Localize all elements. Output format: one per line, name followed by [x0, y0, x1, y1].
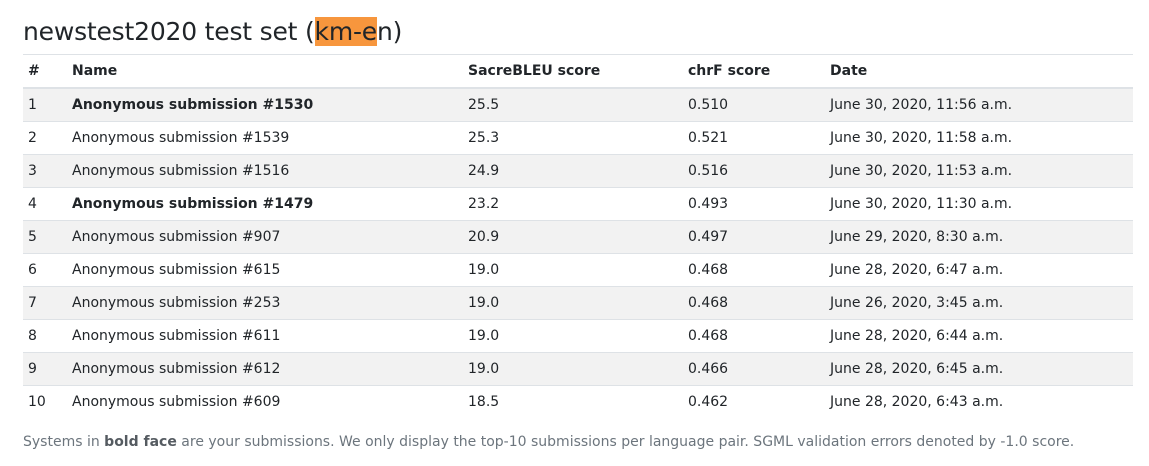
- cell-sacrebleu: 19.0: [463, 318, 683, 352]
- cell-sacrebleu: 19.0: [463, 252, 683, 286]
- cell-sacrebleu: 20.9: [463, 219, 683, 253]
- cell-date: June 30, 2020, 11:56 a.m.: [825, 87, 1133, 121]
- cell-date: June 26, 2020, 3:45 a.m.: [825, 285, 1133, 319]
- cell-rank: 5: [23, 219, 67, 253]
- cell-rank: 8: [23, 318, 67, 352]
- cell-rank: 10: [23, 384, 67, 418]
- cell-date: June 28, 2020, 6:45 a.m.: [825, 351, 1133, 385]
- cell-name: Anonymous submission #1530: [67, 87, 463, 121]
- column-header-sacrebleu: SacreBLEU score: [463, 55, 683, 89]
- cell-rank: 1: [23, 87, 67, 121]
- column-header-date: Date: [825, 55, 1133, 89]
- table-row: 5 Anonymous submission #907 20.9 0.497 J…: [23, 219, 1133, 253]
- page-title: newstest2020 test set (km-en): [23, 0, 1133, 55]
- table-row: 10 Anonymous submission #609 18.5 0.462 …: [23, 384, 1133, 418]
- cell-date: June 30, 2020, 11:58 a.m.: [825, 120, 1133, 154]
- cell-date: June 28, 2020, 6:47 a.m.: [825, 252, 1133, 286]
- table-row: 6 Anonymous submission #615 19.0 0.468 J…: [23, 252, 1133, 286]
- cell-name: Anonymous submission #253: [67, 285, 463, 319]
- column-header-chrf: chrF score: [683, 55, 825, 89]
- footer-note: Systems in bold face are your submission…: [23, 434, 1133, 450]
- table-row: 8 Anonymous submission #611 19.0 0.468 J…: [23, 318, 1133, 352]
- cell-name: Anonymous submission #612: [67, 351, 463, 385]
- submissions-table: # Name SacreBLEU score chrF score Date 1…: [23, 55, 1133, 418]
- cell-sacrebleu: 24.9: [463, 153, 683, 187]
- table-row: 4 Anonymous submission #1479 23.2 0.493 …: [23, 186, 1133, 220]
- cell-rank: 6: [23, 252, 67, 286]
- cell-name: Anonymous submission #1539: [67, 120, 463, 154]
- footer-bold: bold face: [104, 434, 177, 450]
- cell-rank: 2: [23, 120, 67, 154]
- cell-rank: 3: [23, 153, 67, 187]
- title-suffix: n): [376, 17, 403, 46]
- cell-date: June 28, 2020, 6:43 a.m.: [825, 384, 1133, 418]
- cell-name: Anonymous submission #615: [67, 252, 463, 286]
- cell-sacrebleu: 23.2: [463, 186, 683, 220]
- header-row: # Name SacreBLEU score chrF score Date: [23, 55, 1133, 89]
- title-highlight: km-e: [314, 17, 377, 46]
- table-row: 3 Anonymous submission #1516 24.9 0.516 …: [23, 153, 1133, 187]
- cell-sacrebleu: 25.5: [463, 87, 683, 121]
- cell-sacrebleu: 18.5: [463, 384, 683, 418]
- table-row: 2 Anonymous submission #1539 25.3 0.521 …: [23, 120, 1133, 154]
- table-row: 9 Anonymous submission #612 19.0 0.466 J…: [23, 351, 1133, 385]
- cell-date: June 30, 2020, 11:53 a.m.: [825, 153, 1133, 187]
- cell-name: Anonymous submission #1479: [67, 186, 463, 220]
- cell-name: Anonymous submission #1516: [67, 153, 463, 187]
- table-body: 1 Anonymous submission #1530 25.5 0.510 …: [23, 87, 1133, 418]
- footer-post: are your submissions. We only display th…: [176, 434, 1075, 450]
- cell-rank: 7: [23, 285, 67, 319]
- cell-chrf: 0.462: [683, 384, 825, 418]
- cell-chrf: 0.510: [683, 87, 825, 121]
- cell-chrf: 0.493: [683, 186, 825, 220]
- footer-pre: Systems in: [23, 434, 105, 450]
- cell-date: June 28, 2020, 6:44 a.m.: [825, 318, 1133, 352]
- cell-sacrebleu: 19.0: [463, 285, 683, 319]
- cell-date: June 29, 2020, 8:30 a.m.: [825, 219, 1133, 253]
- table-header: # Name SacreBLEU score chrF score Date: [23, 55, 1133, 89]
- cell-sacrebleu: 19.0: [463, 351, 683, 385]
- cell-chrf: 0.497: [683, 219, 825, 253]
- cell-chrf: 0.521: [683, 120, 825, 154]
- cell-chrf: 0.516: [683, 153, 825, 187]
- cell-rank: 4: [23, 186, 67, 220]
- cell-chrf: 0.468: [683, 318, 825, 352]
- cell-name: Anonymous submission #611: [67, 318, 463, 352]
- cell-chrf: 0.466: [683, 351, 825, 385]
- cell-name: Anonymous submission #609: [67, 384, 463, 418]
- cell-date: June 30, 2020, 11:30 a.m.: [825, 186, 1133, 220]
- cell-sacrebleu: 25.3: [463, 120, 683, 154]
- table-row: 7 Anonymous submission #253 19.0 0.468 J…: [23, 285, 1133, 319]
- page-container: newstest2020 test set (km-en) # Name Sac…: [23, 0, 1133, 450]
- column-header-rank: #: [23, 55, 67, 89]
- column-header-name: Name: [67, 55, 463, 89]
- title-prefix: newstest2020 test set (: [23, 17, 315, 46]
- cell-rank: 9: [23, 351, 67, 385]
- table-row: 1 Anonymous submission #1530 25.5 0.510 …: [23, 87, 1133, 121]
- cell-name: Anonymous submission #907: [67, 219, 463, 253]
- cell-chrf: 0.468: [683, 285, 825, 319]
- cell-chrf: 0.468: [683, 252, 825, 286]
